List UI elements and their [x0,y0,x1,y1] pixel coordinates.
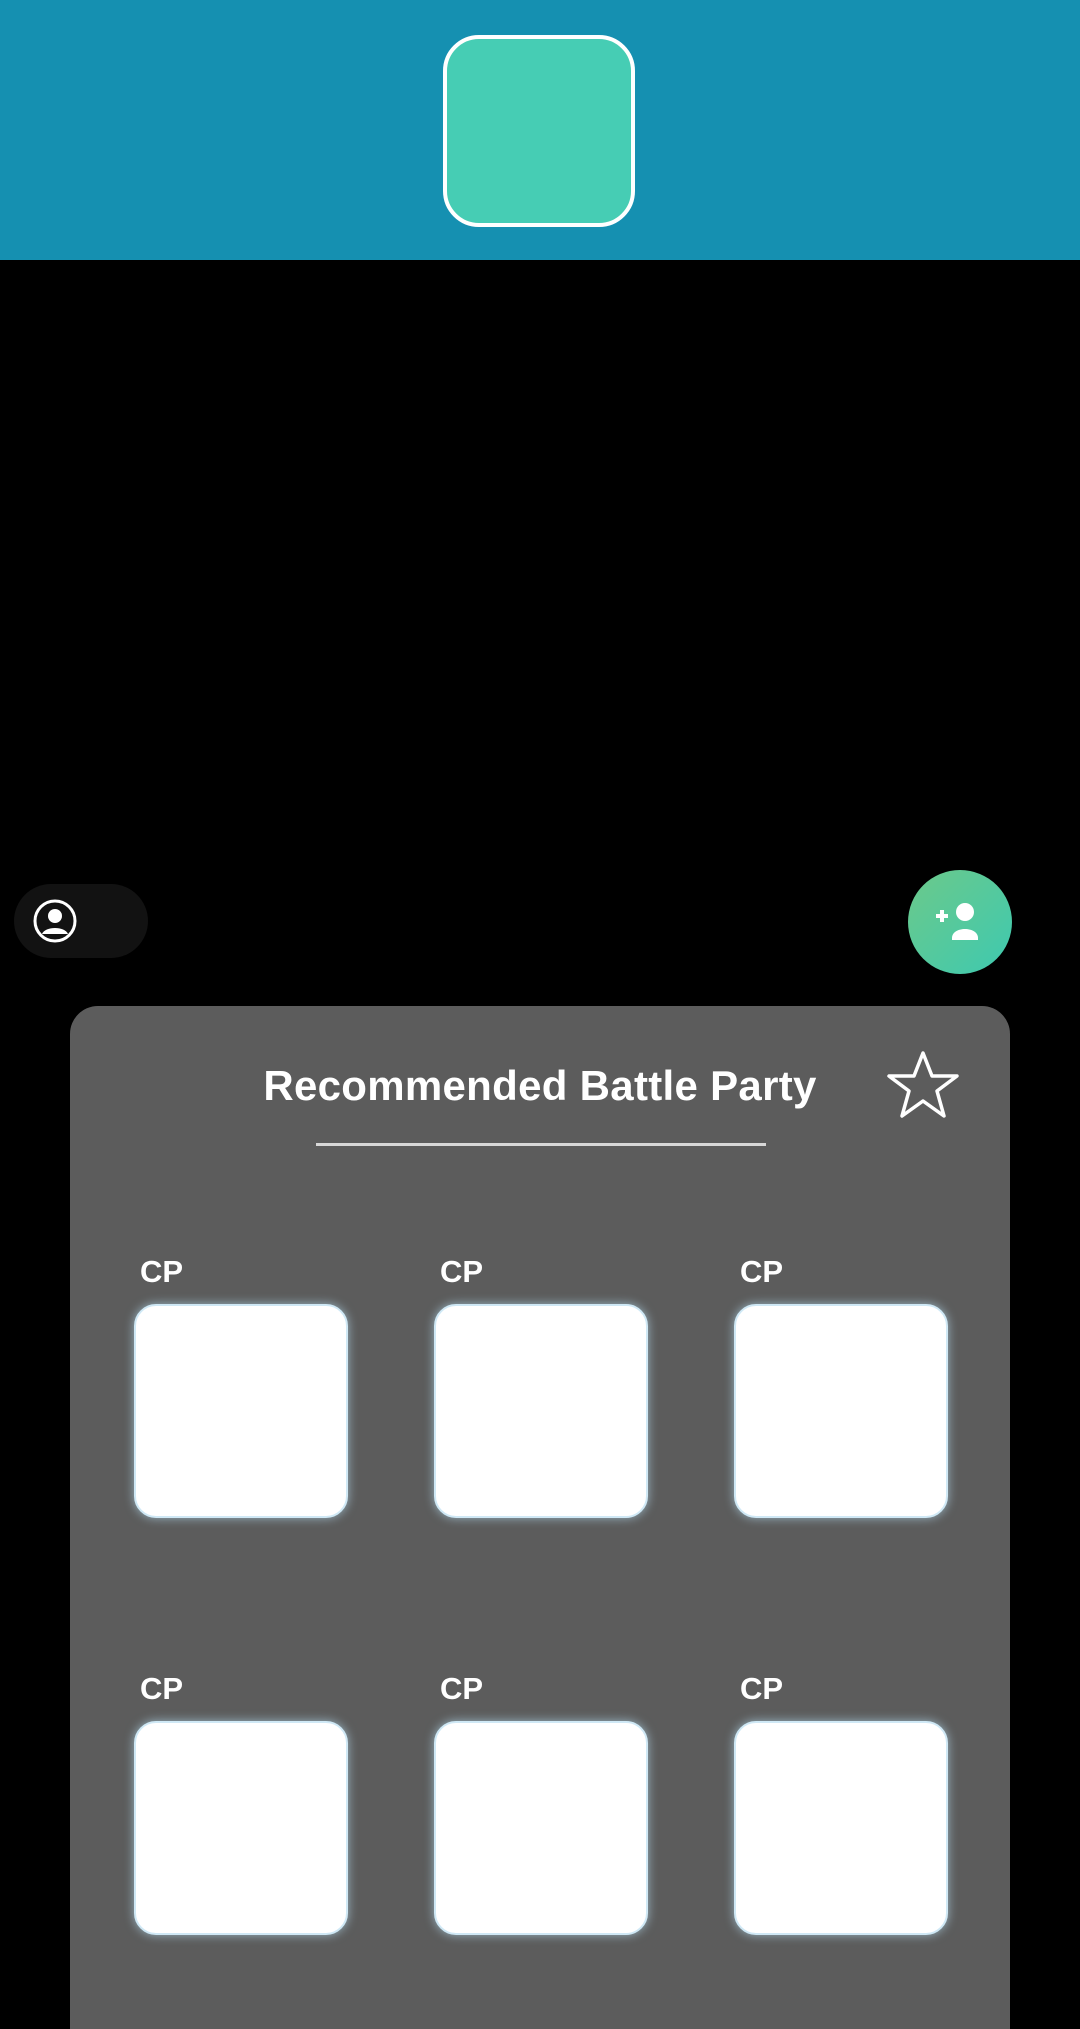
profile-button[interactable] [14,884,148,958]
star-outline-icon[interactable] [886,1048,960,1122]
cp-label: CP [440,1254,484,1289]
cp-label: CP [140,1254,184,1289]
add-friend-icon [936,903,978,940]
user-circle-icon [33,899,77,943]
panel-title: Recommended Battle Party [263,1062,817,1109]
pokemon-card[interactable] [434,1304,648,1518]
pokemon-card[interactable] [734,1304,948,1518]
cp-label: CP [740,1671,784,1706]
team-tile-button[interactable] [443,35,635,227]
pokemon-card[interactable] [434,1721,648,1935]
cp-label: CP [440,1671,484,1706]
top-bar [0,0,1080,260]
pokemon-card[interactable] [734,1721,948,1935]
cp-label: CP [140,1671,184,1706]
pokemon-card[interactable] [134,1721,348,1935]
battle-party-panel: Recommended Battle Party CP CP CP CP CP … [70,1006,1010,2029]
pokemon-card[interactable] [134,1304,348,1518]
title-divider [316,1143,766,1146]
cp-label: CP [740,1254,784,1289]
add-friend-button[interactable] [908,870,1012,974]
